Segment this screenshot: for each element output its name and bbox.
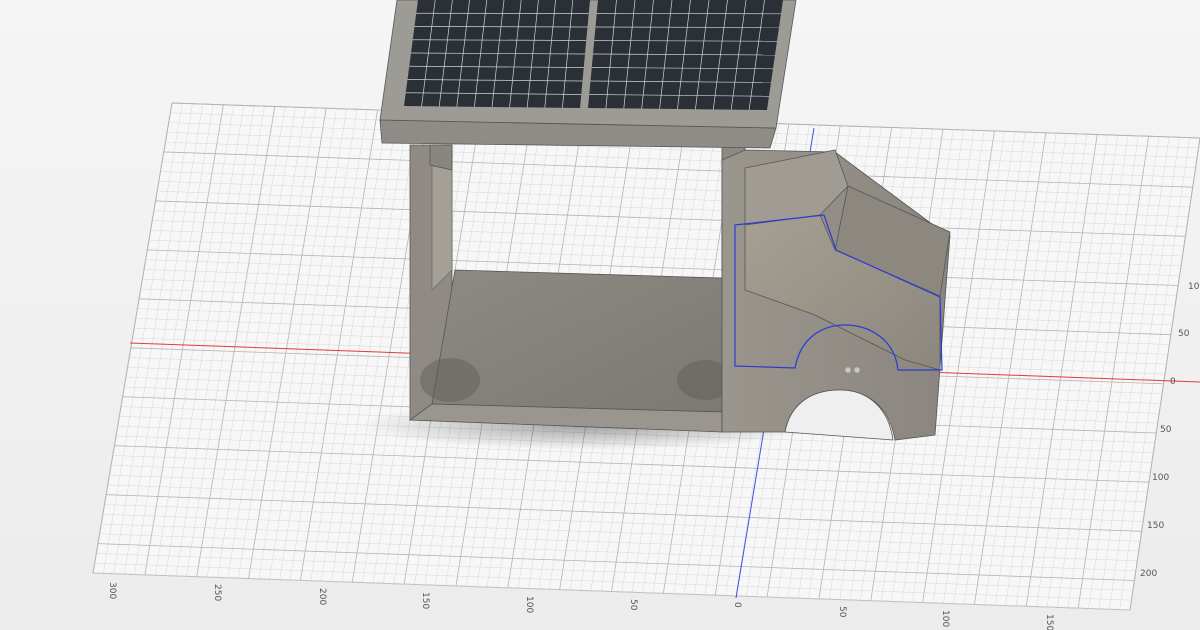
bottom-tick-label: 100 (940, 610, 950, 627)
right-tick-label: 10 (1188, 282, 1200, 292)
bottom-tick-label: 100 (524, 596, 534, 613)
3d-viewport[interactable]: 300 250 200 150 100 50 0 50 100 150 10 50 0 50 100 150… (0, 0, 1200, 630)
bottom-tick-label: 150 (1044, 614, 1054, 630)
sketch-point-1[interactable] (844, 366, 852, 374)
scene-canvas[interactable]: 300 250 200 150 100 50 0 50 100 150 10 50 0 50 100 150… (0, 0, 1200, 630)
right-tick-label: 150 (1147, 521, 1164, 531)
bottom-tick-label: 50 (837, 606, 847, 618)
bottom-tick-label: 250 (212, 584, 222, 601)
bottom-tick-label: 150 (420, 592, 430, 609)
right-tick-label: 0 (1170, 377, 1176, 387)
bottom-tick-label: 300 (107, 582, 117, 599)
cell-line (414, 26, 588, 28)
sketch-point-2[interactable] (853, 366, 861, 374)
bottom-tick-label: 200 (317, 588, 327, 605)
cargo-left-wall-inner (431, 159, 453, 291)
right-tick-label: 50 (1160, 425, 1172, 435)
bottom-tick-label: 50 (628, 599, 638, 611)
cell-line (595, 26, 780, 28)
floor-shade-1 (420, 358, 480, 402)
right-tick-label: 200 (1140, 569, 1157, 579)
bottom-tick-label: 0 (732, 602, 742, 608)
right-tick-label: 100 (1152, 473, 1169, 483)
right-tick-label: 50 (1178, 329, 1190, 339)
